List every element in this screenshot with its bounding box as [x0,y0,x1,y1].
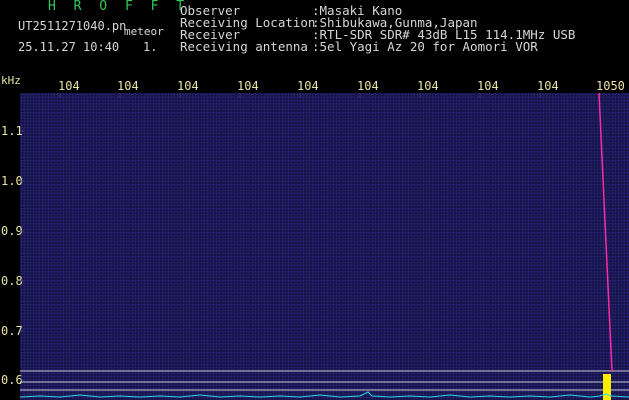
tick-marks [20,93,601,381]
spectrum-trace [19,391,629,398]
peak-marker [603,374,611,400]
plot-overlay [19,92,629,400]
signal-trace [598,92,613,373]
